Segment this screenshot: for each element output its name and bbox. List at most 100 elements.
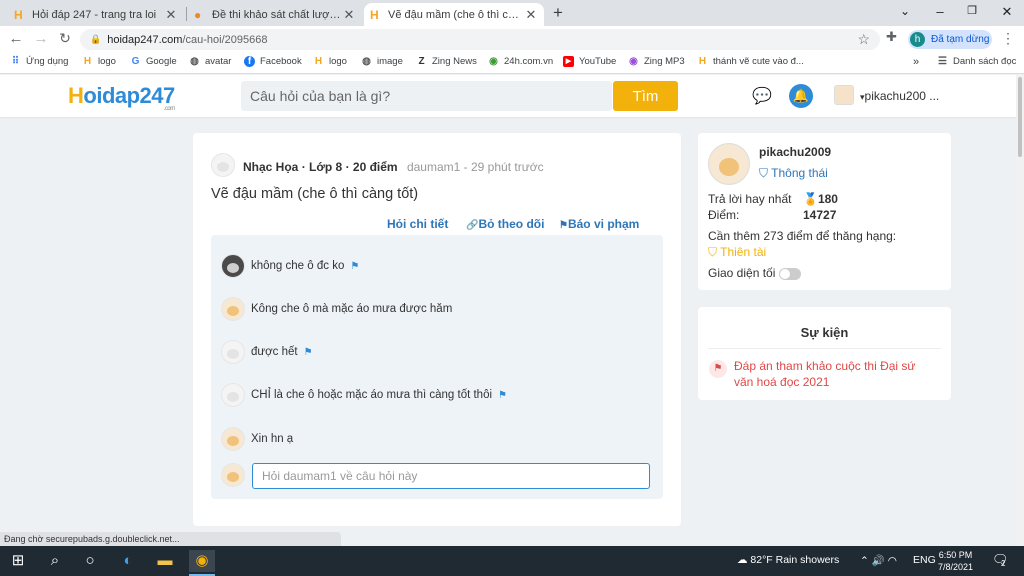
search-button[interactable]: Tìm xyxy=(613,81,678,111)
forward-arrow-icon[interactable]: → xyxy=(32,30,50,47)
bookmark-label: Zing News xyxy=(432,56,477,67)
address-bar[interactable]: 🔒 hoidap247.com/cau-hoi/2095668 ☆ xyxy=(80,29,880,50)
bookmarks-bar: ⠿ Ứng dụng Hlogo G Google ◍ avatar f Faceboo… xyxy=(0,52,1024,74)
event-link[interactable]: Đáp án tham khảo cuộc thi Đại sứ văn hoá… xyxy=(734,358,934,390)
logo-text: oidap247 xyxy=(83,83,175,108)
bookmark-avatar[interactable]: ◍ avatar xyxy=(189,56,231,67)
search-icon[interactable]: ⌕ xyxy=(44,550,66,572)
bookmark-apps[interactable]: ⠿ Ứng dụng xyxy=(10,56,69,67)
profile-avatar[interactable] xyxy=(708,143,750,185)
profile-button[interactable]: h Đã tạm dừng xyxy=(908,30,992,49)
unfollow-button[interactable]: 🔗Bỏ theo dõi xyxy=(466,217,544,231)
scrollbar-thumb[interactable] xyxy=(1018,77,1022,157)
question-grade: Lớp 8 xyxy=(309,160,343,174)
tab-search-icon[interactable]: ⌄ xyxy=(895,4,915,18)
close-tab-icon[interactable]: ✕ xyxy=(164,7,178,23)
tray-icons[interactable]: ⌃ 🔊 ◠ xyxy=(860,554,897,567)
windows-start-icon[interactable]: ⊞ xyxy=(7,550,29,572)
close-tab-icon[interactable]: ✕ xyxy=(342,7,356,23)
profile-rank-label: Thông thái xyxy=(771,166,828,180)
globe-icon: ◍ xyxy=(190,56,199,67)
comment-text: không che ô đc ko xyxy=(251,260,345,272)
bookmark-24h[interactable]: ◉ 24h.com.vn xyxy=(488,56,553,67)
back-arrow-icon[interactable]: ← xyxy=(7,30,25,47)
unfollow-label: Bỏ theo dõi xyxy=(478,217,545,231)
reading-list-label: Danh sách đọc xyxy=(953,56,1017,67)
weather-text: 82°F Rain showers xyxy=(750,554,840,566)
url-path: /cau-hoi/2095668 xyxy=(182,33,268,46)
bookmark-star-icon[interactable]: ☆ xyxy=(857,31,870,48)
bookmark-label: logo xyxy=(98,56,116,67)
question-author[interactable]: daumam1 xyxy=(407,160,460,174)
clock[interactable]: 6:50 PM 7/8/2021 xyxy=(938,549,973,573)
bookmark-logo-2[interactable]: Hlogo xyxy=(313,56,347,67)
link-icon: 🔗 xyxy=(466,220,479,231)
bookmark-google[interactable]: G Google xyxy=(130,56,177,67)
tab-current-question[interactable]: H Vẽ đậu mầm (che ô thì càng tốt) ✕ xyxy=(364,3,544,26)
commenter-avatar[interactable] xyxy=(221,297,245,321)
new-tab-button[interactable]: + xyxy=(553,3,563,23)
tab-separator xyxy=(186,7,187,21)
subject-avatar xyxy=(211,153,235,177)
bookmarks-overflow-button[interactable]: » xyxy=(913,56,919,68)
reload-icon[interactable]: ↻ xyxy=(56,30,74,47)
google-icon: G xyxy=(131,56,140,67)
bookmark-zing-mp3[interactable]: ◉ Zing MP3 xyxy=(628,56,685,67)
status-tooltip: Đang chờ securepubads.g.doubleclick.net.… xyxy=(0,532,341,547)
extensions-puzzle-icon[interactable]: ✚ xyxy=(886,29,897,45)
close-tab-icon[interactable]: ✕ xyxy=(524,7,538,23)
tab-hoidap-home[interactable]: H Hỏi đáp 247 - trang tra loi ✕ xyxy=(8,3,184,26)
minimize-button[interactable]: – xyxy=(930,4,950,19)
question-meta: Nhạc Họa · Lớp 8 · 20 điểm daumam1 - 29 … xyxy=(243,160,544,174)
hoidap247-logo[interactable]: Hoidap247 .com xyxy=(68,83,176,112)
bookmark-image[interactable]: ◍ image xyxy=(361,56,403,67)
commenter-avatar[interactable] xyxy=(221,254,245,278)
chat-icon[interactable]: 💬 xyxy=(752,86,772,106)
file-explorer-icon[interactable]: ▬ xyxy=(154,550,176,572)
flag-icon[interactable]: ⚑ xyxy=(304,347,313,358)
user-menu[interactable]: ▾pikachu200 ... xyxy=(860,89,939,103)
cortana-icon[interactable]: ○ xyxy=(79,550,101,572)
tab-exam[interactable]: ● Đề thi khảo sát chất lượng đầu n ✕ xyxy=(188,3,362,26)
commenter-avatar[interactable] xyxy=(221,340,245,364)
comment-text: Kông che ô mà mặc áo mưa được hăm xyxy=(251,303,453,315)
notification-bell-icon[interactable]: 🔔 xyxy=(789,84,813,108)
tab-title: Đề thi khảo sát chất lượng đầu n xyxy=(212,8,342,21)
flag-icon: ⚑ xyxy=(559,220,568,231)
bookmark-thanh-ve[interactable]: Hthánh vẽ cute vào đ... xyxy=(697,56,804,67)
commenter-avatar[interactable] xyxy=(221,427,245,451)
close-window-button[interactable]: ✕ xyxy=(997,4,1017,20)
profile-name[interactable]: pikachu2009 xyxy=(759,145,831,159)
browser-menu-icon[interactable]: ⋮ xyxy=(1001,30,1015,47)
hoidap-icon: H xyxy=(698,56,707,67)
notification-center-icon[interactable]: 🗨 2 xyxy=(992,552,1009,568)
profile-rank: ⛉ Thông thái xyxy=(759,166,828,181)
edge-icon[interactable]: ◐ xyxy=(117,550,139,572)
profile-status: Đã tạm dừng xyxy=(931,34,990,45)
report-button[interactable]: ⚑Báo vi phạm xyxy=(559,217,639,231)
question-text: Vẽ đậu mầm (che ô thì càng tốt) xyxy=(211,186,419,202)
flag-icon[interactable]: ⚑ xyxy=(350,261,359,272)
bookmark-facebook[interactable]: f Facebook xyxy=(244,56,302,67)
comment-input[interactable] xyxy=(252,463,650,489)
bookmark-youtube[interactable]: ▶ YouTube xyxy=(563,56,616,67)
chrome-icon[interactable]: ◉ xyxy=(189,550,215,572)
bookmark-logo[interactable]: Hlogo xyxy=(82,56,116,67)
bookmark-zing-news[interactable]: Z Zing News xyxy=(416,56,477,67)
notification-count: 2 xyxy=(1001,559,1006,568)
language-indicator[interactable]: ENG xyxy=(913,554,936,566)
question-subject[interactable]: Nhạc Họa xyxy=(243,160,298,174)
ask-detail-button[interactable]: Hỏi chi tiết xyxy=(387,217,448,231)
reading-list-button[interactable]: ☰ Danh sách đọc xyxy=(937,56,1016,67)
dark-mode-toggle[interactable] xyxy=(779,267,802,280)
profile-card: pikachu2009 ⛉ Thông thái Trả lời hay nhấ… xyxy=(698,133,951,290)
search-input[interactable] xyxy=(241,81,612,111)
logo-sub: .com xyxy=(163,106,176,112)
next-rank-name: Thiên tài xyxy=(720,245,767,259)
profile-avatar: h xyxy=(910,32,925,47)
flag-icon[interactable]: ⚑ xyxy=(498,390,507,401)
user-avatar[interactable] xyxy=(834,85,854,105)
weather-widget[interactable]: ☁ 82°F Rain showers xyxy=(737,554,839,566)
restore-button[interactable]: ❐ xyxy=(962,4,982,17)
commenter-avatar[interactable] xyxy=(221,383,245,407)
